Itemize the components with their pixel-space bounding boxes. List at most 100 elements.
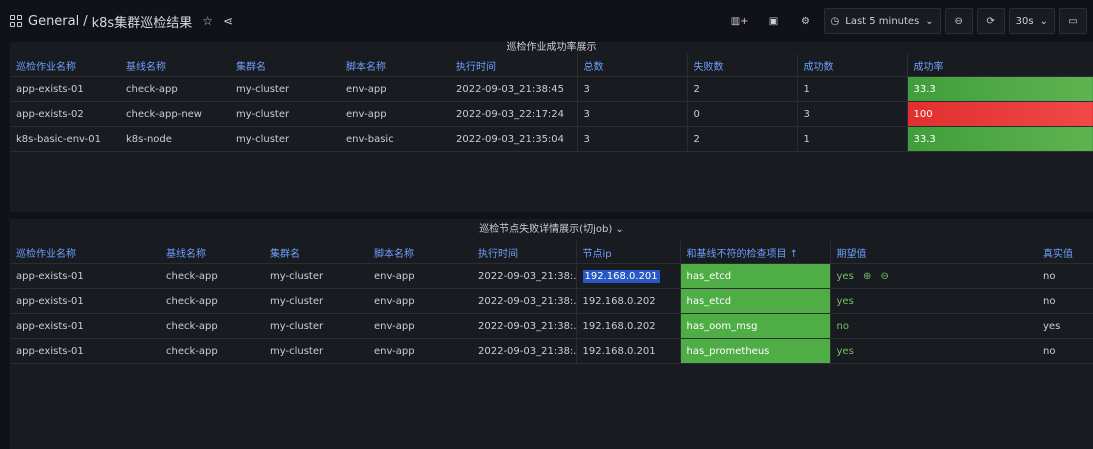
table-cell: 2 [686,76,797,102]
column-header[interactable]: 失败数 [686,54,797,77]
node-failure-panel: 巡检节点失败详情展示(切job) ⌄ 巡检作业名称 基线名称 集群名 脚本名称 … [10,219,1093,449]
column-header[interactable]: 执行时间 [450,54,577,77]
star-icon[interactable]: ☆ [202,14,213,28]
table-cell: 2022-09-03_21:38:... [472,338,576,364]
column-header[interactable]: 成功率 [906,54,1093,77]
table-cell: 2022-09-03_22:17:24 [450,101,577,127]
column-header[interactable]: 脚本名称 [340,54,450,77]
table-cell: 2022-09-03_21:38:... [472,263,576,289]
expected-value: yes [836,270,854,282]
table-cell: my-cluster [264,288,368,314]
table-cell: check-app [120,76,230,102]
table-cell: check-app-new [120,101,230,127]
table-cell: yes [1037,313,1093,339]
check-item-cell: has_oom_msg [679,313,831,339]
table-cell: my-cluster [264,313,368,339]
table-cell: my-cluster [230,101,340,127]
table-cell: env-app [340,101,450,127]
time-range-picker[interactable]: ◷ Last 5 minutes ⌄ [823,8,941,34]
table-row: app-exists-01 check-app my-cluster env-a… [10,288,1093,314]
table-cell: check-app [160,338,264,364]
table-cell: env-app [368,263,472,289]
refresh-interval-label: 30s [1015,15,1034,27]
refresh-interval-picker[interactable]: 30s ⌄ [1008,8,1055,34]
column-header[interactable]: 和基线不符的检查项目 ↑ [679,241,830,264]
save-icon[interactable]: ▣ [760,8,788,34]
table-cell: env-app [368,338,472,364]
column-header[interactable]: 集群名 [230,54,340,77]
apps-grid-icon[interactable] [10,15,22,27]
node-ip-cell: 192.168.0.201 [575,338,680,364]
table-row: app-exists-01 check-app my-cluster env-a… [10,263,1093,289]
table-header-row: 巡检作业名称 基线名称 集群名 脚本名称 执行时间 节点ip 和基线不符的检查项… [10,241,1093,264]
table-cell: my-cluster [264,338,368,364]
column-header[interactable]: 节点ip [575,241,680,264]
settings-gear-icon[interactable]: ⚙ [792,8,820,34]
table-row: app-exists-01 check-app my-cluster env-a… [10,338,1093,364]
panel-title[interactable]: 巡检作业成功率展示 [10,42,1093,54]
selected-text: 192.168.0.201 [582,269,660,283]
table-cell: 2022-09-03_21:38:... [472,313,576,339]
zoom-in-icon[interactable]: ⊕ [863,271,871,282]
expected-value-cell: yes [829,288,1037,314]
column-header[interactable]: 成功数 [796,54,907,77]
table-cell: env-app [368,313,472,339]
table-row: k8s-basic-env-01 k8s-node my-cluster env… [10,126,1093,152]
column-header[interactable]: 集群名 [264,241,368,264]
table-cell: 1 [796,126,907,152]
panel-title[interactable]: 巡检节点失败详情展示(切job) ⌄ [10,219,1093,241]
refresh-icon[interactable]: ⟳ [976,8,1005,34]
add-panel-icon[interactable]: ▥+ [724,8,756,34]
check-item-cell: has_prometheus [679,338,831,364]
table-cell: k8s-node [120,126,230,152]
table-cell: app-exists-01 [10,263,160,289]
table-cell: k8s-basic-env-01 [10,126,120,152]
table-cell: 2 [686,126,797,152]
check-item-cell: has_etcd [679,263,831,289]
page-title: k8s集群巡检结果 [91,15,193,31]
check-item-cell: has_etcd [679,288,831,314]
table-cell: my-cluster [230,126,340,152]
table-row: app-exists-01 check-app my-cluster env-a… [10,76,1093,102]
success-rate-table: 巡检作业名称 基线名称 集群名 脚本名称 执行时间 总数 失败数 成功数 成功率… [10,54,1093,152]
table-cell: env-app [340,76,450,102]
table-cell: 2022-09-03_21:38:45 [450,76,577,102]
column-header[interactable]: 巡检作业名称 [10,54,120,77]
node-failure-table: 巡检作业名称 基线名称 集群名 脚本名称 执行时间 节点ip 和基线不符的检查项… [10,241,1093,364]
clock-icon: ◷ [830,15,840,27]
column-header[interactable]: 脚本名称 [368,241,472,264]
table-header-row: 巡检作业名称 基线名称 集群名 脚本名称 执行时间 总数 失败数 成功数 成功率 [10,54,1093,77]
table-cell: no [1037,263,1093,289]
chevron-down-icon[interactable]: ⌄ [615,224,623,235]
table-cell: 3 [576,101,687,127]
column-header[interactable]: 基线名称 [120,54,230,77]
share-icon[interactable]: ⋖ [223,14,233,28]
table-cell: app-exists-01 [10,313,160,339]
node-ip-cell[interactable]: 192.168.0.201 [575,263,680,289]
table-cell: env-app [368,288,472,314]
success-rate-cell: 100 [906,101,1093,127]
table-row: app-exists-02 check-app-new my-cluster e… [10,101,1093,127]
node-ip-cell: 192.168.0.202 [575,313,680,339]
tv-mode-icon[interactable]: ▭ [1059,8,1087,34]
chevron-down-icon: ⌄ [925,15,934,27]
column-header[interactable]: 执行时间 [472,241,576,264]
table-cell: app-exists-01 [10,288,160,314]
table-cell: 3 [576,76,687,102]
column-header[interactable]: 总数 [576,54,687,77]
table-cell: check-app [160,288,264,314]
panel-title-text: 巡检节点失败详情展示(切job) [479,224,613,235]
column-header[interactable]: 期望值 [829,241,1037,264]
column-header[interactable]: 真实值 [1037,241,1093,264]
zoom-out-icon[interactable]: ⊖ [944,8,973,34]
table-cell: app-exists-01 [10,338,160,364]
table-cell: my-cluster [264,263,368,289]
breadcrumb-folder[interactable]: General [28,14,79,29]
expected-value-cell: no [829,313,1037,339]
success-rate-panel: 巡检作业成功率展示 巡检作业名称 基线名称 集群名 脚本名称 执行时间 总数 失… [10,42,1093,212]
zoom-out-icon[interactable]: ⊖ [881,271,889,282]
column-header[interactable]: 基线名称 [160,241,264,264]
table-cell: check-app [160,263,264,289]
column-header[interactable]: 巡检作业名称 [10,241,160,264]
table-cell: no [1037,288,1093,314]
